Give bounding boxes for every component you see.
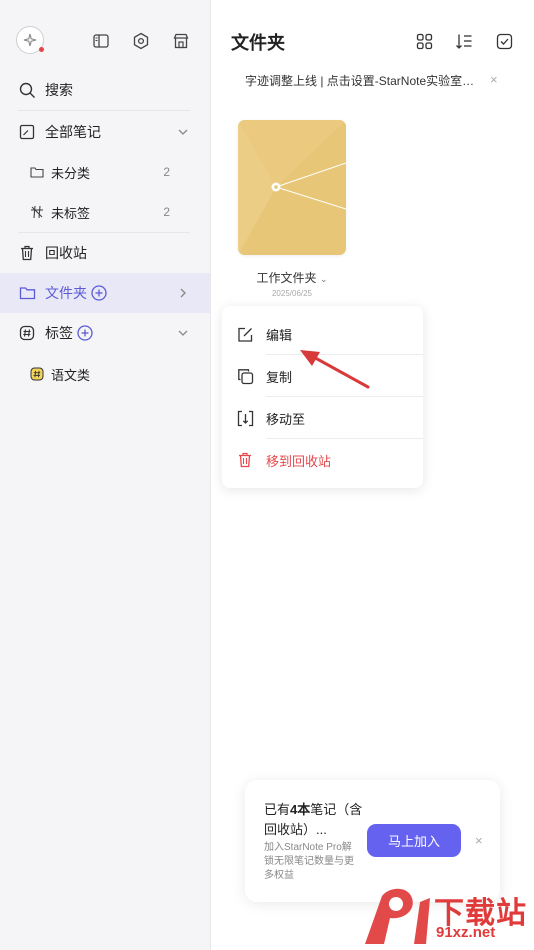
menu-item-label: 移到回收站 — [266, 453, 332, 469]
chevron-down-icon[interactable] — [176, 125, 190, 139]
sidebar-item-tag-chinese[interactable]: 语文类 — [0, 354, 210, 394]
untag-icon — [30, 205, 44, 219]
note-count: 2 — [163, 165, 170, 179]
copy-icon — [236, 367, 254, 385]
select-check-icon[interactable] — [494, 31, 514, 51]
promo-note-count: 4本 — [290, 802, 311, 817]
sparkle-icon — [23, 33, 37, 47]
chevron-down-icon[interactable]: ⌄ — [320, 274, 328, 284]
chevron-right-icon[interactable] — [176, 286, 190, 300]
divider — [18, 110, 190, 111]
page-title: 文件夹 — [231, 33, 285, 53]
folder-question-icon — [30, 165, 44, 179]
sidebar-item-label: 全部笔记 — [45, 124, 101, 140]
folder-icon — [18, 284, 36, 302]
promo-title: 已有4本笔记（含回收站）... — [264, 800, 364, 840]
sidebar-item-trash[interactable]: 回收站 — [0, 233, 210, 273]
sidebar-item-label: 未标签 — [51, 205, 91, 221]
hashtag-icon — [18, 324, 36, 342]
watermark-url: 91xz.net — [436, 924, 496, 941]
promo-title-prefix: 已有 — [264, 802, 291, 817]
search-icon — [18, 81, 36, 99]
context-menu: 编辑 复制 移动至 移到回收站 — [222, 306, 423, 488]
menu-item-label: 移动至 — [266, 411, 306, 427]
tag-badge-icon — [30, 367, 44, 381]
join-now-button[interactable]: 马上加入 — [367, 824, 461, 857]
store-icon[interactable] — [170, 30, 192, 52]
avatar[interactable] — [16, 26, 44, 54]
promo-description: 加入StarNote Pro解锁无限笔记数量与更多权益 — [264, 842, 354, 881]
sidebar-item-label: 标签 — [45, 325, 73, 341]
sidebar-item-label: 未分类 — [51, 165, 91, 181]
folder-name[interactable]: 工作文件夹 ⌄ — [238, 269, 346, 286]
settings-icon[interactable] — [130, 30, 152, 52]
sidebar-item-all-notes[interactable]: 全部笔记 — [0, 112, 210, 152]
sidebar-item-uncategorized[interactable]: 未分类 2 — [0, 152, 210, 192]
add-folder-icon[interactable] — [91, 285, 107, 301]
notification-dot — [39, 47, 44, 52]
close-icon[interactable]: × — [490, 72, 498, 87]
sidebar-item-label: 回收站 — [45, 245, 87, 261]
sidebar-item-untagged[interactable]: 未标签 2 — [0, 192, 210, 232]
menu-item-label: 复制 — [266, 369, 293, 385]
sidebar-item-search[interactable]: 搜索 — [0, 70, 210, 110]
sidebar: 搜索 全部笔记 未分类 2 未标签 2 回收站 文件夹 标签 语文类 — [0, 0, 211, 950]
sidebar-item-label: 文件夹 — [45, 285, 87, 301]
folder-name-label: 工作文件夹 — [256, 271, 317, 285]
sidebar-item-label: 语文类 — [51, 367, 91, 383]
add-tag-icon[interactable] — [77, 325, 93, 341]
note-count: 2 — [163, 205, 170, 219]
edit-icon — [236, 325, 254, 343]
sidebar-item-label: 搜索 — [45, 82, 73, 98]
annotation-arrow-icon — [300, 350, 370, 389]
sidebar-item-folders[interactable]: 文件夹 — [0, 273, 210, 313]
envelope-folder-icon — [238, 120, 346, 255]
sort-icon[interactable] — [454, 31, 474, 51]
folder-card[interactable] — [238, 120, 346, 255]
sidebar-toolbar — [16, 24, 194, 58]
sidebar-item-tags[interactable]: 标签 — [0, 313, 210, 353]
trash-icon — [18, 244, 36, 262]
chevron-down-icon[interactable] — [176, 326, 190, 340]
move-icon — [236, 409, 254, 427]
menu-item-move-to-trash[interactable]: 移到回收站 — [222, 439, 423, 481]
grid-view-icon[interactable] — [414, 31, 434, 51]
menu-item-move[interactable]: 移动至 — [222, 397, 423, 439]
announcement-banner[interactable]: 字迹调整上线 | 点击设置-StarNote实验室开... — [245, 72, 481, 89]
close-icon[interactable]: × — [475, 833, 483, 848]
trash-icon — [236, 451, 254, 469]
sidebar-toggle-icon[interactable] — [90, 30, 112, 52]
folder-date: 2025/06/25 — [271, 289, 313, 298]
menu-item-label: 编辑 — [266, 327, 293, 343]
notebook-icon — [18, 123, 36, 141]
